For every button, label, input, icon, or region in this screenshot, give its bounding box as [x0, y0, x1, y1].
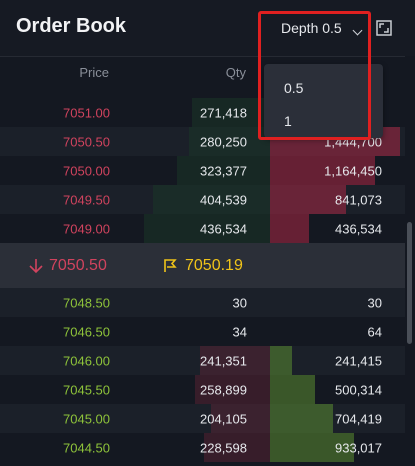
- qty-cell: 323,377: [200, 163, 247, 178]
- price-cell: 7048.50: [63, 295, 110, 310]
- price-cell: 7045.50: [63, 382, 110, 397]
- qty-cell: 258,899: [200, 382, 247, 397]
- qty-cell: 30: [232, 295, 247, 310]
- mark-price[interactable]: 7050.19: [185, 257, 243, 275]
- page-title: Order Book: [16, 15, 127, 37]
- total-cell: 64: [367, 324, 382, 339]
- price-cell: 7046.50: [63, 324, 110, 339]
- total-depth-bar: [270, 375, 316, 404]
- qty-cell: 241,351: [200, 353, 247, 368]
- total-depth-bar: [270, 214, 310, 243]
- total-depth-bar: [270, 346, 292, 375]
- qty-cell: 34: [232, 324, 247, 339]
- qty-cell: 228,598: [200, 440, 247, 455]
- qty-cell: 404,539: [200, 192, 247, 207]
- price-cell: 7050.50: [63, 134, 110, 149]
- arrow-down-icon: [29, 259, 43, 274]
- qty-cell: 204,105: [200, 411, 247, 426]
- bid-row[interactable]: 7045.00 204,105 704,419: [0, 404, 405, 433]
- column-header-qty: Qty: [225, 65, 246, 80]
- total-cell: 500,314: [335, 382, 382, 397]
- total-depth-bar: [270, 404, 334, 433]
- column-header-price: Price: [79, 65, 109, 80]
- price-cell: 7051.00: [63, 105, 110, 120]
- expand-icon[interactable]: [376, 20, 392, 36]
- depth-option-1[interactable]: 1: [284, 113, 292, 129]
- ask-row[interactable]: 7049.00 436,534 436,534: [0, 214, 405, 243]
- qty-cell: 271,418: [200, 105, 247, 120]
- chevron-down-icon[interactable]: [352, 25, 363, 36]
- bid-row[interactable]: 7046.50 34 64: [0, 317, 405, 346]
- total-cell: 241,415: [335, 353, 382, 368]
- mark-price-flag-icon: [164, 259, 177, 272]
- price-cell: 7049.00: [63, 221, 110, 236]
- price-cell: 7049.50: [63, 192, 110, 207]
- price-cell: 7044.50: [63, 440, 110, 455]
- price-cell: 7050.00: [63, 163, 110, 178]
- total-cell: 436,534: [335, 221, 382, 236]
- bid-row[interactable]: 7048.50 30 30: [0, 288, 405, 317]
- total-cell: 1,164,450: [324, 163, 382, 178]
- ask-row[interactable]: 7050.00 323,377 1,164,450: [0, 156, 405, 185]
- price-cell: 7046.00: [63, 353, 110, 368]
- order-book-header: Order Book Depth 0.5: [0, 0, 415, 56]
- header-divider: [0, 56, 415, 57]
- total-cell: 704,419: [335, 411, 382, 426]
- price-cell: 7045.00: [63, 411, 110, 426]
- depth-label[interactable]: Depth 0.5: [281, 20, 342, 36]
- scrollbar-thumb[interactable]: [407, 222, 412, 344]
- qty-cell: 436,534: [200, 221, 247, 236]
- ask-row[interactable]: 7049.50 404,539 841,073: [0, 185, 405, 214]
- depth-dropdown-menu: 0.5 1: [264, 64, 383, 138]
- total-cell: 841,073: [335, 192, 382, 207]
- last-price: 7050.50: [49, 257, 107, 274]
- total-cell: 30: [367, 295, 382, 310]
- bid-row[interactable]: 7045.50 258,899 500,314: [0, 375, 405, 404]
- depth-option-0-5[interactable]: 0.5: [284, 80, 303, 96]
- bid-row[interactable]: 7044.50 228,598 933,017: [0, 433, 405, 462]
- total-cell: 933,017: [335, 440, 382, 455]
- qty-cell: 280,250: [200, 134, 247, 149]
- bid-row[interactable]: 7046.00 241,351 241,415: [0, 346, 405, 375]
